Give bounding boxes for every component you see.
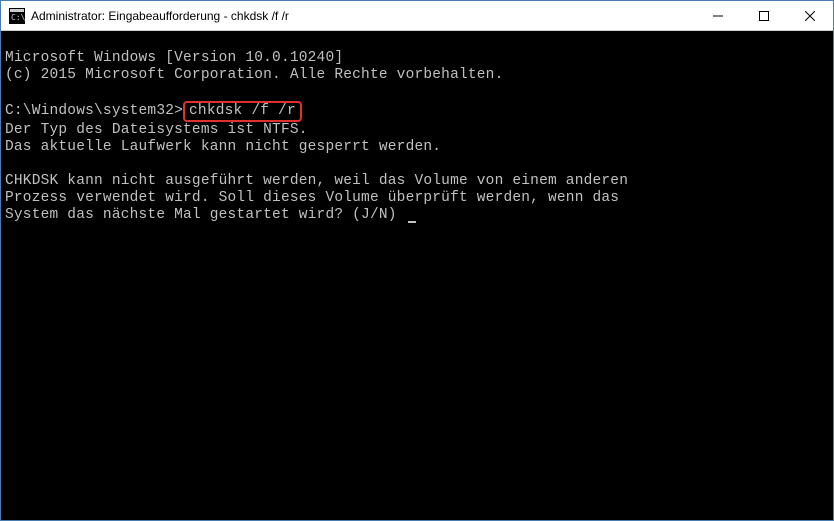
svg-text:C:\: C:\	[11, 13, 25, 22]
terminal-line: Microsoft Windows [Version 10.0.10240]	[5, 50, 343, 66]
cmd-icon: C:\	[9, 8, 25, 24]
question-text: System das nächste Mal gestartet wird? (…	[5, 207, 406, 223]
window-title: Administrator: Eingabeaufforderung - chk…	[31, 9, 695, 23]
command-prompt-window: C:\ Administrator: Eingabeaufforderung -…	[0, 0, 834, 521]
highlighted-command: chkdsk /f /r	[183, 101, 302, 122]
prompt-text: C:\Windows\system32>	[5, 103, 183, 119]
cursor	[408, 221, 416, 223]
terminal-line: Prozess verwendet wird. Soll dieses Volu…	[5, 190, 619, 206]
minimize-button[interactable]	[695, 1, 741, 30]
terminal-line: (c) 2015 Microsoft Corporation. Alle Rec…	[5, 67, 503, 83]
terminal-line: Das aktuelle Laufwerk kann nicht gesperr…	[5, 139, 441, 155]
window-controls	[695, 1, 833, 30]
close-button[interactable]	[787, 1, 833, 30]
terminal-line: Der Typ des Dateisystems ist NTFS.	[5, 122, 308, 138]
terminal-prompt-question: System das nächste Mal gestartet wird? (…	[5, 207, 416, 223]
terminal-prompt-line: C:\Windows\system32>chkdsk /f /r	[5, 103, 302, 119]
titlebar[interactable]: C:\ Administrator: Eingabeaufforderung -…	[1, 1, 833, 31]
terminal-output[interactable]: Microsoft Windows [Version 10.0.10240] (…	[1, 31, 833, 520]
terminal-line: CHKDSK kann nicht ausgeführt werden, wei…	[5, 173, 628, 189]
maximize-button[interactable]	[741, 1, 787, 30]
